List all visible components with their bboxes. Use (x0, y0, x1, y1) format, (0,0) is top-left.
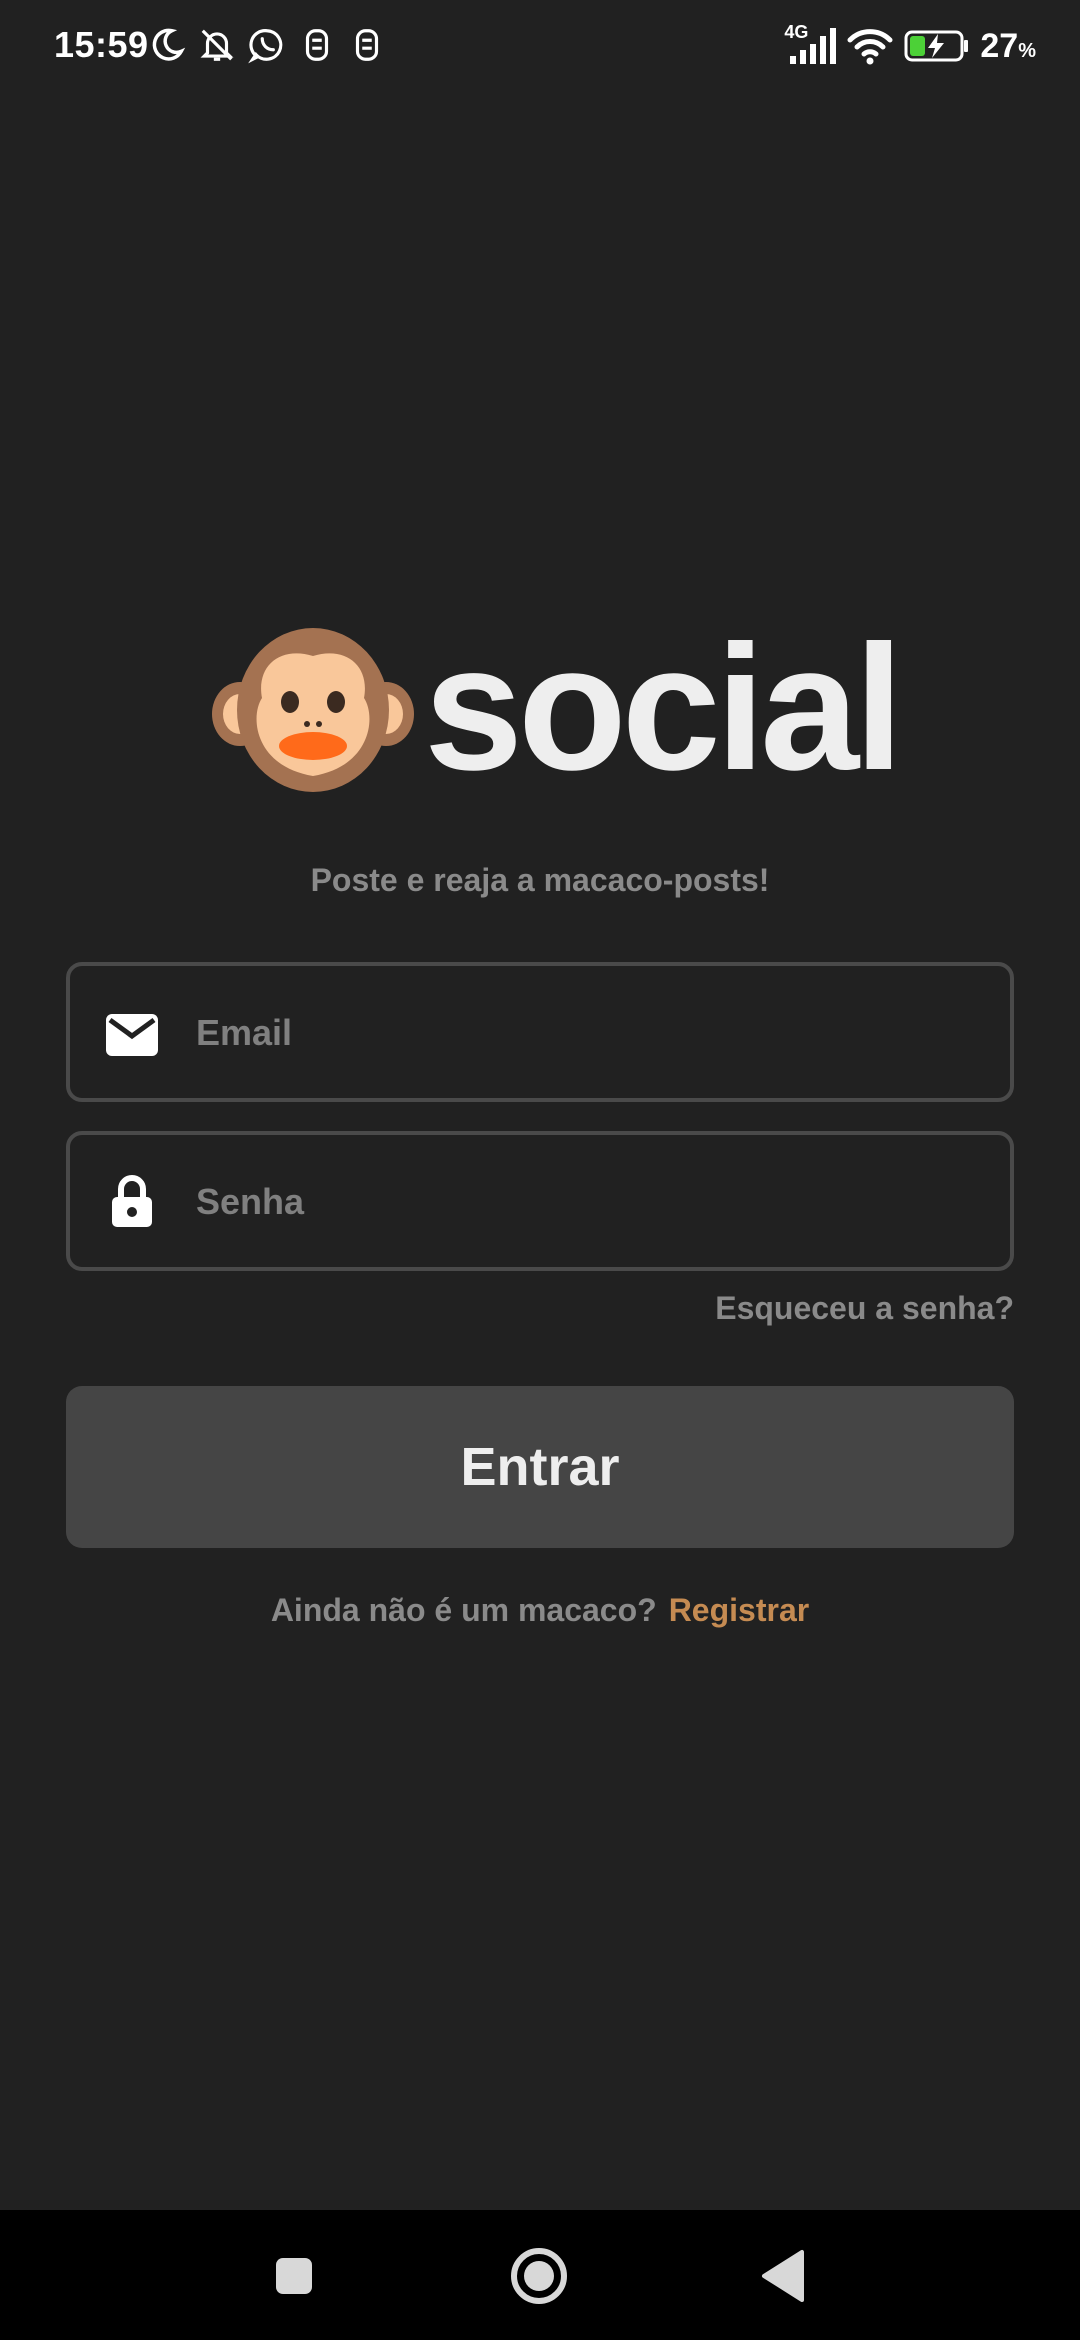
status-time: 15:59 (54, 24, 149, 65)
app-logo: social (210, 618, 904, 798)
app-icon (355, 29, 379, 61)
home-icon (511, 2248, 567, 2304)
password-field[interactable] (66, 1131, 1014, 1271)
home-button[interactable] (501, 2238, 577, 2314)
recent-apps-button[interactable] (256, 2238, 332, 2314)
battery-percent: 27% (980, 26, 1036, 65)
register-row: Ainda não é um macaco? Registrar (0, 1592, 1080, 1629)
bell-off-icon (200, 29, 234, 61)
monkey-face-icon (212, 628, 414, 792)
login-button[interactable]: Entrar (66, 1386, 1014, 1548)
recent-apps-icon (276, 2258, 312, 2294)
network-type-label: 4G (784, 22, 809, 42)
tagline: Poste e reaja a macaco-posts! (310, 862, 770, 898)
register-prompt: Ainda não é um macaco? (270, 1592, 657, 1628)
register-link[interactable]: Registrar (669, 1592, 810, 1628)
back-icon (762, 2250, 804, 2302)
cell-signal-icon: 4G (784, 22, 837, 66)
lock-icon (112, 1175, 152, 1227)
moon-icon (152, 28, 186, 61)
back-button[interactable] (746, 2238, 822, 2314)
logo-wordmark: social (424, 608, 904, 807)
password-input[interactable] (194, 1135, 978, 1269)
wifi-icon (847, 29, 893, 65)
email-field[interactable] (66, 962, 1014, 1102)
status-system-icons: 4G 27% (784, 22, 1036, 66)
status-bar: 15:59 4G 27% (0, 0, 1080, 96)
battery-charging-icon (904, 30, 969, 62)
navigation-bar (0, 2210, 1080, 2340)
whatsapp-icon (248, 29, 283, 64)
forgot-password-link[interactable]: Esqueceu a senha? (715, 1290, 1014, 1327)
email-input[interactable] (194, 966, 978, 1100)
status-notification-icons (148, 26, 386, 64)
login-screen: 15:59 4G 27% social Poste e reaja a maca… (0, 0, 1080, 2340)
mail-icon (106, 1014, 158, 1056)
app-icon (305, 29, 329, 61)
